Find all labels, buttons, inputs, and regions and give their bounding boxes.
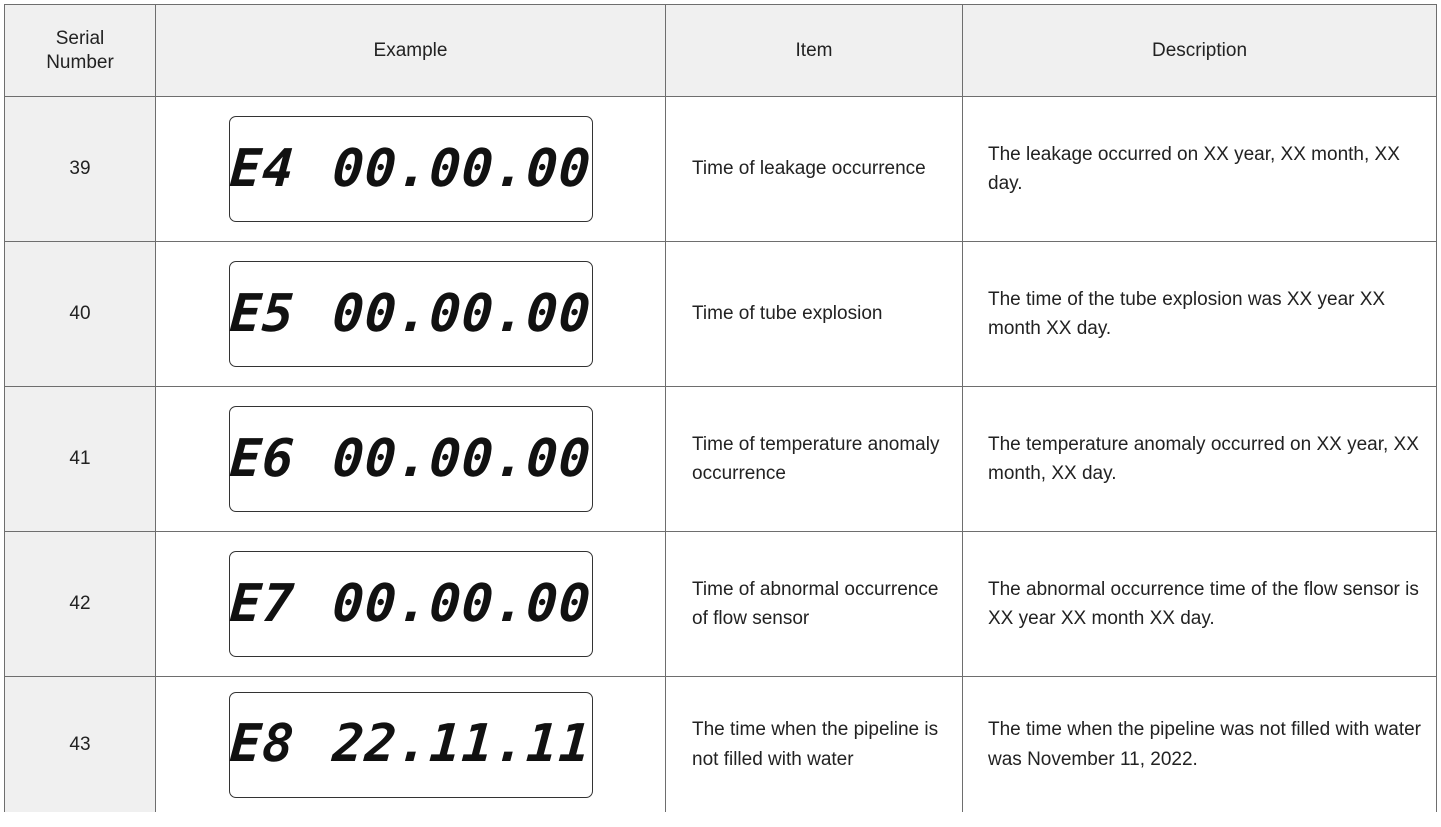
- description-cell: The time of the tube explosion was XX ye…: [962, 241, 1437, 387]
- lcd-readout: E7 00.00.00: [227, 564, 594, 645]
- lcd-readout: E4 00.00.00: [227, 129, 594, 210]
- item-cell: The time when the pipeline is not filled…: [665, 676, 963, 812]
- lcd-value: 22.11.11: [330, 714, 594, 775]
- serial-number-cell: 40: [4, 241, 156, 387]
- header-item: Item: [665, 4, 963, 97]
- lcd-display: E8 22.11.11: [227, 691, 594, 798]
- lcd-display: E6 00.00.00: [227, 406, 594, 512]
- example-cell: E5 00.00.00: [155, 241, 666, 387]
- description-cell: The time when the pipeline was not fille…: [962, 676, 1437, 812]
- serial-number-cell: 41: [4, 386, 156, 532]
- example-cell: E8 22.11.11: [155, 676, 666, 812]
- lcd-error-code: E8: [227, 714, 297, 775]
- lcd-error-code: E7: [227, 573, 297, 634]
- description-cell: The leakage occurred on XX year, XX mont…: [962, 96, 1437, 242]
- lcd-display: E4 00.00.00: [227, 116, 594, 222]
- header-serial-number: Serial Number: [4, 4, 156, 97]
- serial-number-cell: 43: [4, 676, 156, 812]
- item-cell: Time of temperature anomaly occurrence: [665, 386, 963, 532]
- description-cell: The abnormal occurrence time of the flow…: [962, 531, 1437, 677]
- description-cell: The temperature anomaly occurred on XX y…: [962, 386, 1437, 532]
- item-cell: Time of leakage occurrence: [665, 96, 963, 242]
- lcd-display: E5 00.00.00: [227, 261, 594, 367]
- table-row: 43 E8 22.11.11 The time when the pipeline…: [4, 676, 1437, 812]
- item-cell: Time of tube explosion: [665, 241, 963, 387]
- header-description: Description: [962, 4, 1437, 97]
- table-row: 41 E6 00.00.00 Time of temperature anomal…: [4, 386, 1437, 532]
- item-cell: Time of abnormal occurrence of flow sens…: [665, 531, 963, 677]
- lcd-error-code: E6: [227, 428, 297, 489]
- lcd-readout: E5 00.00.00: [227, 274, 594, 355]
- error-code-table: Serial Number Example Item Description 3…: [4, 4, 1437, 812]
- serial-number-cell: 42: [4, 531, 156, 677]
- table-row: 42 E7 00.00.00 Time of abnormal occurrenc…: [4, 531, 1437, 677]
- example-cell: E6 00.00.00: [155, 386, 666, 532]
- lcd-value: 00.00.00: [330, 283, 594, 344]
- lcd-value: 00.00.00: [330, 428, 594, 489]
- example-cell: E7 00.00.00: [155, 531, 666, 677]
- header-serial-line1: Serial: [55, 27, 105, 49]
- header-example: Example: [155, 4, 666, 97]
- table-row: 39 E4 00.00.00 Time of leakage occurrence…: [4, 96, 1437, 242]
- lcd-display: E7 00.00.00: [227, 551, 594, 657]
- lcd-value: 00.00.00: [330, 573, 594, 634]
- table-row: 40 E5 00.00.00 Time of tube explosion The…: [4, 241, 1437, 387]
- lcd-value: 00.00.00: [330, 138, 594, 199]
- header-serial-line2: Number: [46, 51, 114, 73]
- example-cell: E4 00.00.00: [155, 96, 666, 242]
- lcd-readout: E6 00.00.00: [227, 419, 594, 500]
- serial-number-cell: 39: [4, 96, 156, 242]
- lcd-error-code: E5: [227, 283, 297, 344]
- lcd-readout: E8 22.11.11: [227, 704, 594, 785]
- lcd-error-code: E4: [227, 138, 297, 199]
- table-header-row: Serial Number Example Item Description: [4, 4, 1437, 97]
